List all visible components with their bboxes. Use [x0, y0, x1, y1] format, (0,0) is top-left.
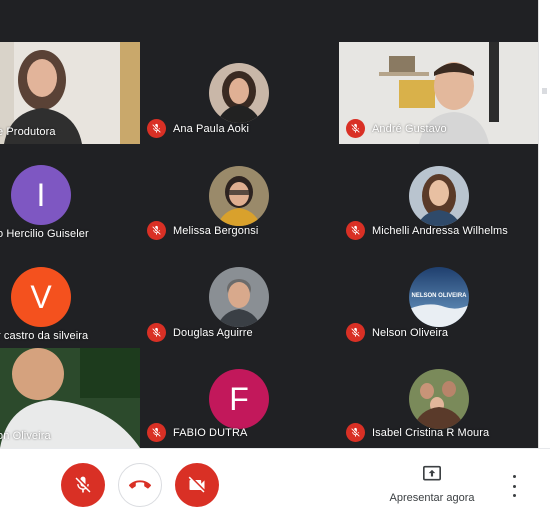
- side-panel-marker: [542, 88, 547, 94]
- participant-namebar: Michelli Andressa Wilhelms: [346, 221, 508, 240]
- participant-namebar: on Oliveira: [0, 430, 51, 442]
- participant-name: Michelli Andressa Wilhelms: [372, 224, 508, 237]
- avatar-photo: [409, 166, 469, 226]
- participant-avatar: F: [209, 369, 269, 429]
- participant-tile[interactable]: Douglas Aguirre: [141, 246, 338, 348]
- avatar-photo: [209, 166, 269, 226]
- participant-namebar: FABIO DUTRA: [147, 423, 247, 442]
- participant-name: Ana Paula Aoki: [173, 122, 250, 135]
- present-now-label: Apresentar agora: [389, 492, 475, 504]
- side-panel-strip: [538, 0, 550, 448]
- participant-tile[interactable]: I o Hercilio Guiseler: [0, 144, 140, 246]
- camera-toggle-button[interactable]: [175, 463, 219, 507]
- participant-namebar: r castro da silveira: [0, 330, 88, 342]
- avatar-initial: F: [229, 380, 249, 417]
- participant-avatar: NELSON OLIVEIRA: [409, 267, 469, 327]
- top-bar: [0, 0, 538, 42]
- participant-name: r castro da silveira: [0, 330, 89, 342]
- participant-name: André Gustavo: [372, 122, 447, 135]
- call-end-icon: [129, 480, 151, 489]
- mic-off-icon: [147, 323, 166, 342]
- participant-namebar: Douglas Aguirre: [147, 323, 253, 342]
- mic-off-icon: [346, 119, 365, 138]
- participant-avatar: [209, 267, 269, 327]
- meet-window: e Produtora Ana Paula Aoki André Gustavo…: [0, 0, 550, 520]
- avatar-photo: [209, 267, 269, 327]
- control-bar: Apresentar agora: [0, 448, 550, 520]
- participant-namebar: e Produtora: [0, 126, 56, 138]
- leave-call-button[interactable]: [118, 463, 162, 507]
- participant-namebar: Isabel Cristina R Moura: [346, 423, 489, 442]
- participant-tile[interactable]: F FABIO DUTRA: [141, 348, 338, 448]
- participant-name: Nelson Oliveira: [372, 326, 449, 339]
- participant-tile[interactable]: V r castro da silveira: [0, 246, 140, 348]
- participant-avatar: [409, 166, 469, 226]
- more-vert-dot: [512, 484, 516, 488]
- participant-avatar: I: [11, 165, 71, 225]
- participant-name: Isabel Cristina R Moura: [372, 426, 490, 439]
- present-to-all-icon: [423, 465, 441, 481]
- participant-name: Douglas Aguirre: [173, 326, 253, 339]
- participant-namebar: Melissa Bergonsi: [147, 221, 258, 240]
- avatar-photo: [209, 63, 269, 123]
- participant-avatar: [209, 166, 269, 226]
- mic-off-icon: [346, 423, 365, 442]
- participant-avatar: [209, 63, 269, 123]
- participant-tile[interactable]: Isabel Cristina R Moura: [339, 348, 538, 448]
- participant-tile[interactable]: Melissa Bergonsi: [141, 144, 338, 246]
- participant-tile[interactable]: e Produtora: [0, 42, 140, 144]
- avatar-photo: NELSON OLIVEIRA: [409, 267, 469, 327]
- participant-tile[interactable]: Michelli Andressa Wilhelms: [339, 144, 538, 246]
- more-vert-icon: [512, 475, 516, 478]
- participant-avatar: V: [11, 267, 71, 327]
- participant-name: Melissa Bergonsi: [173, 224, 259, 237]
- participant-namebar: Ana Paula Aoki: [147, 119, 249, 138]
- participant-namebar: o Hercilio Guiseler: [0, 228, 89, 240]
- participant-name: on Oliveira: [0, 430, 51, 442]
- participant-tile[interactable]: André Gustavo: [339, 42, 538, 144]
- participant-name: o Hercilio Guiseler: [0, 228, 89, 240]
- participant-avatar: [409, 369, 469, 429]
- mic-off-icon: [147, 221, 166, 240]
- avatar-photo: [409, 369, 469, 429]
- participant-namebar: André Gustavo: [346, 119, 447, 138]
- mic-off-icon: [147, 119, 166, 138]
- participant-name: FABIO DUTRA: [173, 426, 248, 439]
- present-now-button[interactable]: Apresentar agora: [386, 465, 478, 507]
- avatar-caption: NELSON OLIVEIRA: [411, 293, 467, 299]
- videocam-off-icon: [188, 476, 205, 493]
- participant-name: e Produtora: [0, 126, 56, 138]
- mic-off-icon: [147, 423, 166, 442]
- mic-toggle-button[interactable]: [61, 463, 105, 507]
- mic-off-icon: [346, 323, 365, 342]
- participant-grid: e Produtora Ana Paula Aoki André Gustavo…: [0, 42, 538, 448]
- mic-off-icon: [346, 221, 365, 240]
- more-options-button[interactable]: [506, 475, 522, 497]
- participant-tile[interactable]: Ana Paula Aoki: [141, 42, 338, 144]
- avatar-initial: I: [36, 176, 46, 213]
- participant-tile[interactable]: on Oliveira: [0, 348, 140, 448]
- more-vert-dot: [512, 494, 516, 497]
- avatar-initial: V: [30, 278, 52, 315]
- mic-off-icon: [75, 476, 91, 493]
- participant-tile[interactable]: NELSON OLIVEIRA Nelson Oliveira: [339, 246, 538, 348]
- participant-namebar: Nelson Oliveira: [346, 323, 448, 342]
